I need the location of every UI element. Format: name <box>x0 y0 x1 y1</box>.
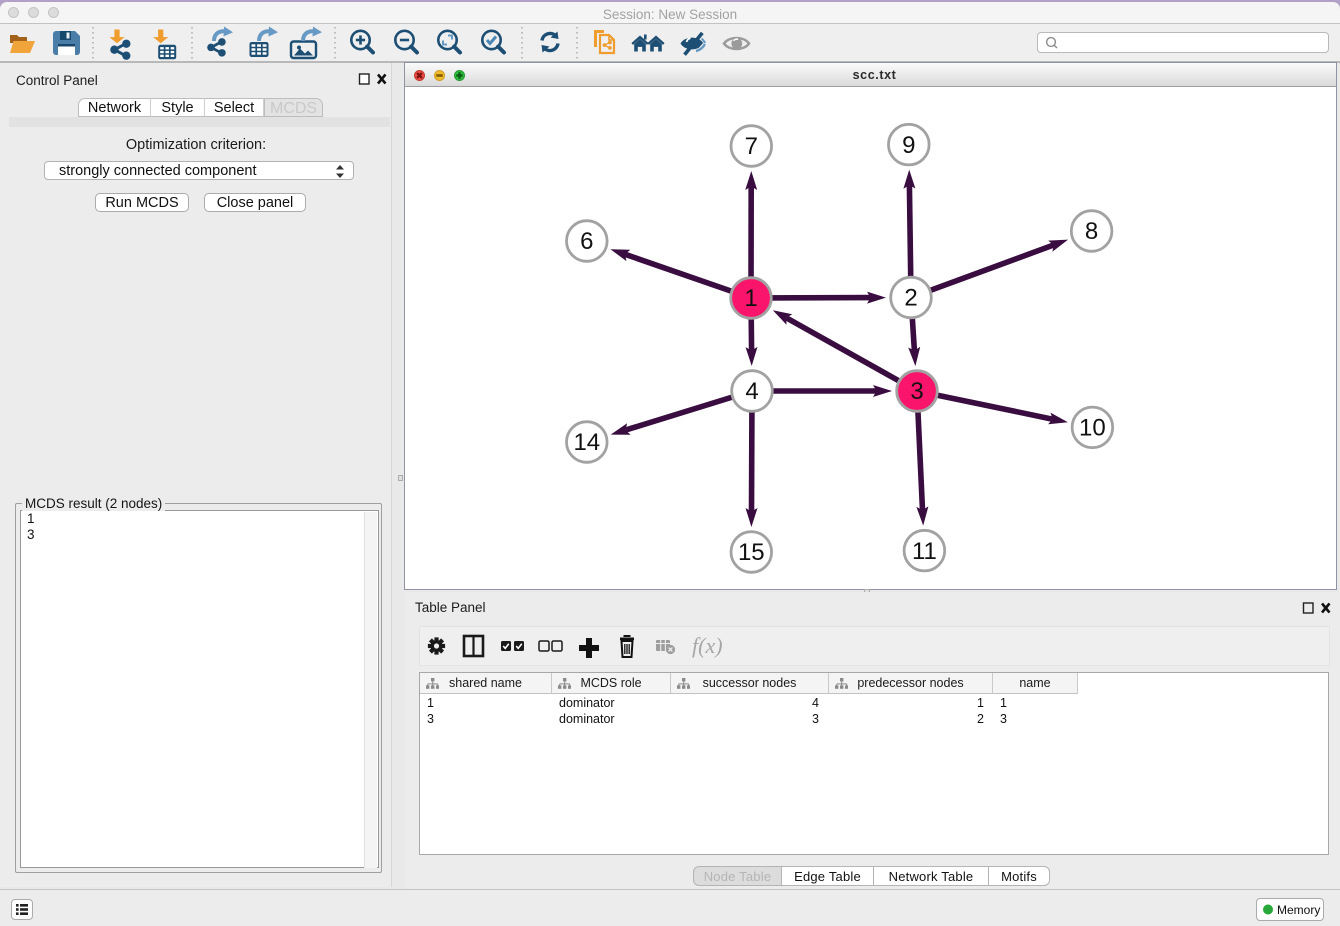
svg-text:3: 3 <box>910 378 923 405</box>
svg-text:f(x): f(x) <box>692 633 723 658</box>
svg-text:9: 9 <box>902 131 915 158</box>
svg-text:10: 10 <box>1079 414 1106 441</box>
svg-text:8: 8 <box>1084 218 1097 245</box>
svg-text:4: 4 <box>745 378 758 405</box>
svg-text:2: 2 <box>904 284 917 311</box>
svg-text:7: 7 <box>744 133 757 160</box>
svg-text:Memory: Memory <box>1277 903 1320 917</box>
svg-text:11: 11 <box>911 537 936 564</box>
svg-text:1: 1 <box>744 285 757 312</box>
svg-text:15: 15 <box>737 539 764 566</box>
svg-text:14: 14 <box>573 429 600 456</box>
svg-text:6: 6 <box>580 228 593 255</box>
